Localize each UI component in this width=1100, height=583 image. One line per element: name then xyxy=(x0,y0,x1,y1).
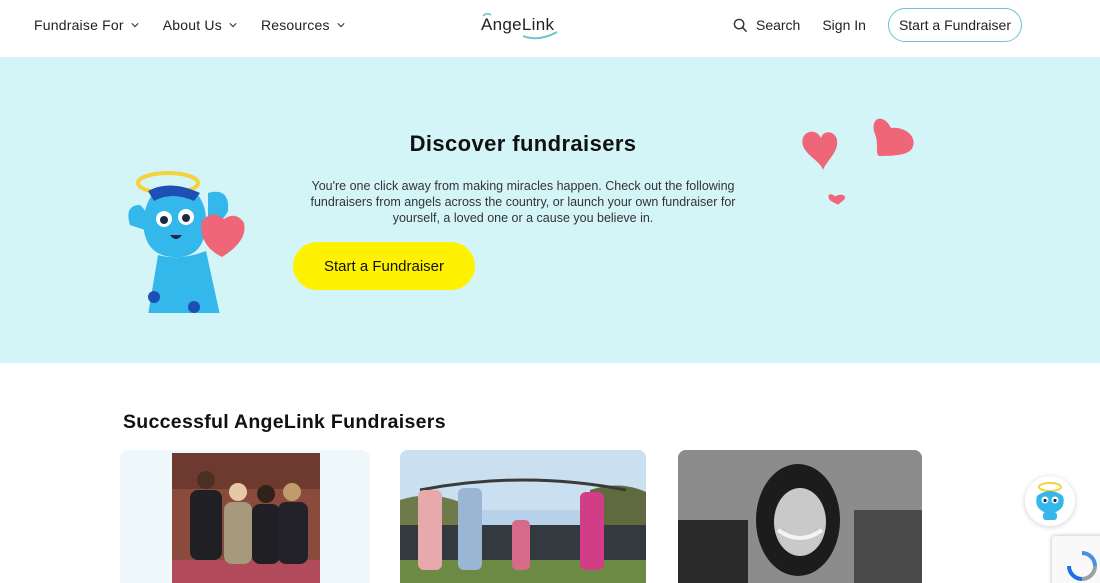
fundraiser-photo xyxy=(678,450,922,583)
chevron-down-icon xyxy=(131,23,139,28)
hero-banner: Discover fundraisers You're one click aw… xyxy=(0,57,1100,363)
recaptcha-icon xyxy=(1067,551,1097,581)
start-fundraiser-cta-button[interactable]: Start a Fundraiser xyxy=(293,242,475,290)
nav-label: Resources xyxy=(260,17,330,33)
heart-icon xyxy=(828,194,845,205)
fundraiser-card[interactable] xyxy=(120,450,370,583)
heart-icon xyxy=(873,118,914,156)
nav-resources[interactable]: Resources xyxy=(261,17,345,33)
section-title: Successful AngeLink Fundraisers xyxy=(123,411,446,433)
fundraiser-card[interactable] xyxy=(678,450,922,583)
fundraiser-photo xyxy=(400,450,646,583)
chatbot-icon xyxy=(1036,482,1064,520)
logo-text: AngeLink xyxy=(481,15,555,34)
nav-label: About Us xyxy=(162,17,222,33)
recaptcha-badge[interactable] xyxy=(1052,536,1100,583)
chatbot-launcher-button[interactable] xyxy=(1025,476,1075,526)
chevron-down-icon xyxy=(337,23,345,28)
hero-description: You're one click away from making miracl… xyxy=(310,179,736,225)
hearts-decoration xyxy=(802,118,914,205)
angel-mascot-illustration xyxy=(128,171,245,313)
top-navigation: Fundraise For About Us Resources AngeLin… xyxy=(0,0,1100,57)
chevron-down-icon xyxy=(229,23,237,28)
heart-icon xyxy=(802,131,838,170)
main-nav: Fundraise For About Us Resources xyxy=(34,0,345,50)
search-button[interactable]: Search xyxy=(733,17,800,33)
fundraiser-photo xyxy=(120,450,370,583)
angelink-logo[interactable]: AngeLink xyxy=(477,10,569,40)
fundraiser-card[interactable] xyxy=(400,450,646,583)
search-label: Search xyxy=(755,17,801,33)
nav-actions: Search Sign In Start a Fundraiser xyxy=(733,8,1022,42)
sign-in-link[interactable]: Sign In xyxy=(822,17,866,33)
nav-label: Fundraise For xyxy=(34,17,124,33)
start-fundraiser-header-button[interactable]: Start a Fundraiser xyxy=(887,8,1022,42)
nav-about-us[interactable]: About Us xyxy=(163,17,237,33)
search-icon xyxy=(733,18,748,32)
nav-fundraise-for[interactable]: Fundraise For xyxy=(34,17,139,33)
